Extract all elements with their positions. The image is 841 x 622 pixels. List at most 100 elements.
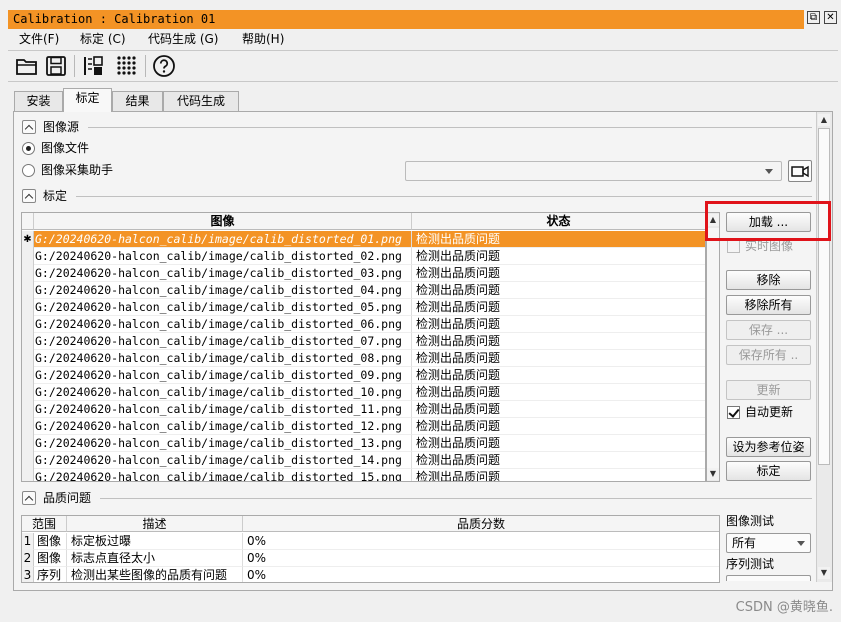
table-row[interactable]: G:/20240620-halcon_calib/image/calib_dis… bbox=[22, 469, 705, 481]
image-path-cell: G:/20240620-halcon_calib/image/calib_dis… bbox=[34, 282, 412, 299]
tab-setup[interactable]: 安装 bbox=[14, 91, 63, 111]
update-button[interactable]: 更新 bbox=[726, 380, 811, 400]
table-row[interactable]: G:/20240620-halcon_calib/image/calib_dis… bbox=[22, 435, 705, 452]
remove-button[interactable]: 移除 bbox=[726, 270, 811, 290]
status-cell: 检测出品质问题 bbox=[412, 299, 705, 316]
image-assistant-radio[interactable] bbox=[22, 164, 35, 177]
table-row[interactable]: G:/20240620-halcon_calib/image/calib_dis… bbox=[22, 333, 705, 350]
menu-help[interactable]: 帮助(H) bbox=[242, 31, 284, 48]
status-cell: 检测出品质问题 bbox=[412, 350, 705, 367]
highlight-box bbox=[705, 201, 831, 241]
image-source-title: 图像源 bbox=[43, 120, 80, 134]
calibrate-button[interactable]: 标定 bbox=[726, 461, 811, 481]
column-header-description[interactable]: 描述 bbox=[67, 516, 243, 532]
table-row[interactable]: 2 图像 标志点直径太小 0% bbox=[22, 550, 719, 567]
table-row[interactable]: G:/20240620-halcon_calib/image/calib_dis… bbox=[22, 384, 705, 401]
table-scroll-track[interactable] bbox=[707, 228, 719, 468]
status-cell: 检测出品质问题 bbox=[412, 248, 705, 265]
section-divider bbox=[100, 498, 812, 499]
chevron-down-icon bbox=[765, 169, 773, 174]
table-row[interactable]: G:/20240620-halcon_calib/image/calib_dis… bbox=[22, 248, 705, 265]
menu-calibration[interactable]: 标定 (C) bbox=[80, 31, 126, 48]
toolbar-separator bbox=[74, 55, 75, 77]
table-row[interactable]: G:/20240620-halcon_calib/image/calib_dis… bbox=[22, 401, 705, 418]
tab-code-generation[interactable]: 代码生成 bbox=[163, 91, 239, 111]
camera-button[interactable] bbox=[788, 160, 812, 182]
image-file-radio[interactable] bbox=[22, 142, 35, 155]
table-scroll-down-icon[interactable]: ▼ bbox=[707, 468, 719, 480]
sequence-test-select[interactable] bbox=[726, 575, 811, 581]
collapse-quality-button[interactable] bbox=[22, 491, 36, 505]
image-path-cell: G:/20240620-halcon_calib/image/calib_dis… bbox=[34, 401, 412, 418]
load-script-icon[interactable] bbox=[81, 54, 105, 78]
close-window-button[interactable]: ✕ bbox=[824, 11, 837, 24]
table-row[interactable]: G:/20240620-halcon_calib/image/calib_dis… bbox=[22, 418, 705, 435]
row-header bbox=[22, 265, 34, 282]
row-header bbox=[22, 248, 34, 265]
quality-issues-table[interactable]: 范围 描述 品质分数 1 图像 标定板过曝 0% 2 图像 标志点直径太小 0% 3 序列 检测出某… bbox=[21, 515, 720, 583]
save-icon[interactable] bbox=[44, 54, 68, 78]
image-path-cell: G:/20240620-halcon_calib/image/calib_dis… bbox=[34, 367, 412, 384]
row-header bbox=[22, 333, 34, 350]
open-folder-icon[interactable] bbox=[15, 54, 39, 78]
row-header bbox=[22, 316, 34, 333]
image-test-label: 图像测试 bbox=[726, 514, 775, 528]
set-reference-pose-button[interactable]: 设为参考位姿 bbox=[726, 437, 811, 457]
section-divider bbox=[88, 127, 812, 128]
menu-file[interactable]: 文件(F) bbox=[19, 31, 59, 48]
score-cell: 0% bbox=[243, 533, 719, 550]
table-row[interactable]: G:/20240620-halcon_calib/image/calib_dis… bbox=[22, 367, 705, 384]
menu-code-generation[interactable]: 代码生成 (G) bbox=[148, 31, 218, 48]
status-cell: 检测出品质问题 bbox=[412, 367, 705, 384]
image-assistant-select[interactable] bbox=[405, 161, 782, 181]
table-row[interactable]: G:/20240620-halcon_calib/image/calib_dis… bbox=[22, 452, 705, 469]
restore-window-button[interactable]: ⧉ bbox=[807, 11, 820, 24]
auto-update-label: 自动更新 bbox=[745, 405, 794, 419]
column-header-score[interactable]: 品质分数 bbox=[243, 516, 719, 532]
watermark: CSDN @黄晓鱼. bbox=[735, 600, 833, 615]
table-row[interactable]: G:/20240620-halcon_calib/image/calib_dis… bbox=[22, 265, 705, 282]
calibration-plate-icon[interactable] bbox=[115, 54, 139, 78]
column-header-scope[interactable]: 范围 bbox=[22, 516, 67, 532]
score-cell: 0% bbox=[243, 567, 719, 582]
status-cell: 检测出品质问题 bbox=[412, 435, 705, 452]
help-icon[interactable] bbox=[152, 54, 176, 78]
table-row[interactable]: 3 序列 检测出某些图像的品质有问题 0% bbox=[22, 567, 719, 582]
column-header-status[interactable]: 状态 bbox=[412, 213, 705, 230]
table-row[interactable]: 1 图像 标定板过曝 0% bbox=[22, 533, 719, 550]
live-image-label: 实时图像 bbox=[745, 239, 794, 253]
table-row[interactable]: G:/20240620-halcon_calib/image/calib_dis… bbox=[22, 350, 705, 367]
save-all-button[interactable]: 保存所有 .. bbox=[726, 345, 811, 365]
row-header bbox=[22, 469, 34, 481]
image-path-cell: G:/20240620-halcon_calib/image/calib_dis… bbox=[34, 384, 412, 401]
row-header bbox=[22, 282, 34, 299]
scroll-up-arrow-icon[interactable]: ▲ bbox=[818, 114, 830, 126]
status-cell: 检测出品质问题 bbox=[412, 316, 705, 333]
description-cell: 检测出某些图像的品质有问题 bbox=[67, 567, 243, 582]
table-row[interactable]: G:/20240620-halcon_calib/image/calib_dis… bbox=[22, 299, 705, 316]
image-path-cell: G:/20240620-halcon_calib/image/calib_dis… bbox=[34, 469, 412, 481]
image-test-select[interactable]: 所有 bbox=[726, 533, 811, 553]
auto-update-checkbox[interactable] bbox=[727, 406, 740, 419]
calibration-image-table[interactable]: 图像 状态 ✱ G:/20240620-halcon_calib/image/ca… bbox=[21, 212, 706, 482]
live-image-checkbox[interactable] bbox=[727, 240, 740, 253]
scope-cell: 图像 bbox=[34, 550, 67, 567]
table-row[interactable]: G:/20240620-halcon_calib/image/calib_dis… bbox=[22, 282, 705, 299]
row-header bbox=[22, 435, 34, 452]
column-header-image[interactable]: 图像 bbox=[34, 213, 412, 230]
row-header bbox=[22, 418, 34, 435]
tab-calibration[interactable]: 标定 bbox=[63, 88, 112, 112]
tab-results[interactable]: 结果 bbox=[112, 91, 163, 111]
row-index-cell: 1 bbox=[22, 533, 34, 550]
image-path-cell: G:/20240620-halcon_calib/image/calib_dis… bbox=[34, 231, 412, 248]
table-row[interactable]: ✱ G:/20240620-halcon_calib/image/calib_di… bbox=[22, 231, 705, 248]
panel-scroll-thumb[interactable] bbox=[818, 128, 830, 465]
remove-all-button[interactable]: 移除所有 bbox=[726, 295, 811, 315]
scroll-down-arrow-icon[interactable]: ▼ bbox=[818, 567, 830, 579]
toolbar-separator bbox=[145, 55, 146, 77]
save-button[interactable]: 保存 ... bbox=[726, 320, 811, 340]
collapse-image-source-button[interactable] bbox=[22, 120, 36, 134]
collapse-calibration-button[interactable] bbox=[22, 189, 36, 203]
status-cell: 检测出品质问题 bbox=[412, 333, 705, 350]
table-row[interactable]: G:/20240620-halcon_calib/image/calib_dis… bbox=[22, 316, 705, 333]
